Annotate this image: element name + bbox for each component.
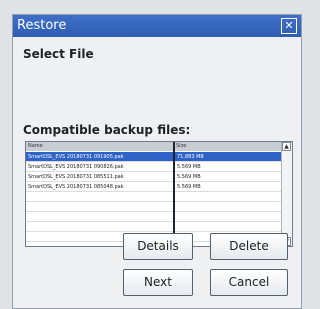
list-item[interactable]: SmartDSL_EVS 20180731 090826.pak 5.569 M… (26, 162, 282, 172)
file-size: 5.569 MB (177, 174, 201, 180)
list-item[interactable]: SmartDSL_EVS 20180731 085048.pak 5.569 M… (26, 182, 282, 192)
column-name-header[interactable]: Name (28, 143, 43, 149)
file-size: 5.569 MB (177, 184, 201, 190)
file-name: SmartDSL_EVS 20180731 085511.pak (28, 174, 124, 180)
list-header: Name Size (26, 142, 292, 151)
vertical-scrollbar[interactable]: ▲ ▼ (281, 142, 292, 246)
title-bar: Restore ✕ (13, 15, 301, 37)
next-button[interactable]: Next (123, 269, 193, 296)
page-title: Select File (23, 47, 94, 61)
file-size: 5.569 MB (177, 164, 201, 170)
scroll-up-icon[interactable]: ▲ (282, 142, 291, 151)
backup-file-list[interactable]: Name Size SmartDSL_EVS 20180731 091905.p… (25, 141, 293, 247)
file-size: 71.883 MB (177, 154, 204, 160)
list-item (26, 212, 282, 222)
list-item (26, 222, 282, 232)
delete-button[interactable]: Delete (210, 233, 288, 260)
details-button[interactable]: Details (123, 233, 193, 260)
column-size-header[interactable]: Size (176, 143, 186, 149)
files-label: Compatible backup files: (23, 123, 191, 137)
window-title: Restore (17, 18, 67, 33)
restore-dialog: Restore ✕ Select File Compatible backup … (12, 14, 302, 309)
list-item[interactable]: SmartDSL_EVS 20180731 085511.pak 5.569 M… (26, 172, 282, 182)
cancel-button[interactable]: Cancel (210, 269, 288, 296)
file-name: SmartDSL_EVS 20180731 085048.pak (28, 184, 124, 190)
list-item (26, 202, 282, 212)
file-name: SmartDSL_EVS 20180731 090826.pak (28, 164, 124, 170)
list-item (26, 192, 282, 202)
close-icon[interactable]: ✕ (281, 18, 297, 34)
file-name: SmartDSL_EVS 20180731 091905.pak (28, 154, 124, 160)
column-divider[interactable] (173, 142, 175, 246)
list-item[interactable]: SmartDSL_EVS 20180731 091905.pak 71.883 … (26, 152, 282, 162)
